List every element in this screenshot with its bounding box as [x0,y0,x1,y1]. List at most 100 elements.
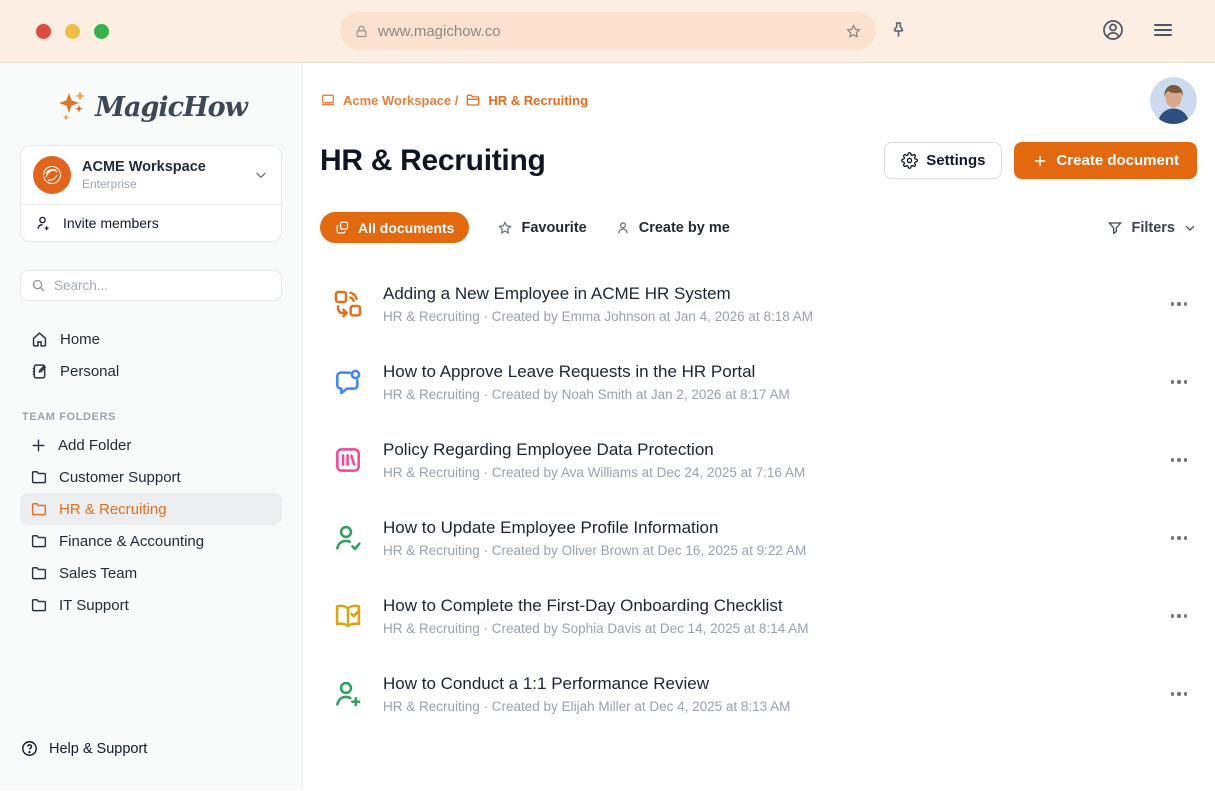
filters-dropdown[interactable]: Filters [1107,220,1197,236]
hamburger-menu-icon[interactable] [1151,18,1175,42]
create-document-button[interactable]: Create document [1014,142,1197,179]
plus-icon [1032,153,1048,169]
search-input[interactable] [54,278,271,293]
journal-icon [30,362,49,381]
document-row[interactable]: Policy Regarding Employee Data Protectio… [320,421,1197,499]
workspace-card: ACME Workspace Enterprise Invite members [20,145,282,242]
sidebar-folder-label: HR & Recruiting [59,501,167,518]
document-row[interactable]: How to Complete the First-Day Onboarding… [320,577,1197,655]
document-row[interactable]: How to Conduct a 1:1 Performance Review … [320,655,1197,733]
document-row[interactable]: Adding a New Employee in ACME HR System … [320,265,1197,343]
folder-icon [30,596,48,614]
search-box[interactable] [20,270,282,301]
sidebar-folder-label: Finance & Accounting [59,533,204,550]
star-icon [497,220,513,236]
create-document-label: Create document [1056,152,1179,169]
document-title: How to Conduct a 1:1 Performance Review [383,674,1165,694]
document-row[interactable]: How to Update Employee Profile Informati… [320,499,1197,577]
sidebar-folder-label: IT Support [59,597,129,614]
help-support-label: Help & Support [49,741,147,757]
document-title: How to Complete the First-Day Onboarding… [383,596,1165,616]
document-meta: HR & Recruiting · Created by Emma Johnso… [383,309,1165,324]
sidebar: MagicHow ACME Workspace Enterprise [0,63,303,790]
minimize-window-button[interactable] [65,24,80,39]
settings-button[interactable]: Settings [884,142,1002,179]
folder-icon [30,564,48,582]
maximize-window-button[interactable] [94,24,109,39]
account-icon[interactable] [1101,18,1125,42]
tab-all-documents[interactable]: All documents [320,212,469,243]
browser-chrome: www.magichow.co [0,0,1215,63]
tab-label: All documents [358,220,454,236]
sidebar-folder-it-support[interactable]: IT Support [20,589,282,621]
page-title: HR & Recruiting [320,144,546,178]
invite-members-button[interactable]: Invite members [21,204,281,241]
close-window-button[interactable] [36,24,51,39]
document-meta: HR & Recruiting · Created by Ava William… [383,465,1165,480]
app-name: MagicHow [95,92,247,123]
team-folders-section-label: TEAM FOLDERS [22,411,282,423]
document-title: How to Update Employee Profile Informati… [383,518,1165,538]
window-controls [36,24,109,39]
workspace-switcher[interactable]: ACME Workspace Enterprise [21,146,281,204]
more-options-icon[interactable] [1165,528,1194,548]
workspace-avatar [33,156,71,194]
tab-label: Favourite [521,220,586,236]
filters-label: Filters [1131,220,1175,236]
library-icon [332,444,366,476]
more-options-icon[interactable] [1165,606,1194,626]
document-title: How to Approve Leave Requests in the HR … [383,362,1165,382]
address-bar[interactable]: www.magichow.co [340,12,876,50]
plus-icon [30,437,47,454]
user-avatar[interactable] [1150,77,1197,124]
laptop-icon [320,92,336,108]
book-check-icon [332,600,366,632]
breadcrumb-workspace-label: Acme Workspace / [343,93,458,108]
filter-tabs: All documents Favourite Create by me Fil… [320,212,1197,243]
sidebar-folder-label: Sales Team [59,565,137,582]
breadcrumb-folder-label: HR & Recruiting [488,93,588,108]
folder-icon [30,468,48,486]
more-options-icon[interactable] [1165,372,1194,392]
sidebar-folder-finance-accounting[interactable]: Finance & Accounting [20,525,282,557]
document-meta: HR & Recruiting · Created by Elijah Mill… [383,699,1165,714]
sidebar-folder-customer-support[interactable]: Customer Support [20,461,282,493]
tab-favourite[interactable]: Favourite [497,220,586,236]
more-options-icon[interactable] [1165,684,1194,704]
person-plus-icon [35,214,53,232]
workspace-name: ACME Workspace [82,159,242,175]
add-folder-button[interactable]: Add Folder [20,429,282,461]
more-options-icon[interactable] [1165,450,1194,470]
sidebar-item-personal[interactable]: Personal [20,355,282,387]
document-meta: HR & Recruiting · Created by Oliver Brow… [383,543,1165,558]
sidebar-folder-hr-recruiting[interactable]: HR & Recruiting [20,493,282,525]
app-logo: MagicHow [55,89,247,125]
tab-create-by-me[interactable]: Create by me [615,220,730,236]
tab-label: Create by me [639,220,730,236]
help-support-button[interactable]: Help & Support [20,739,147,758]
breadcrumb: Acme Workspace / HR & Recruiting [320,92,1197,108]
workspace-plan: Enterprise [82,177,242,191]
pin-icon[interactable] [888,20,909,41]
home-icon [30,330,49,349]
more-options-icon[interactable] [1165,294,1194,314]
sidebar-folder-label: Customer Support [59,469,181,486]
person-check-icon [332,522,366,554]
documents-icon [335,220,350,235]
sidebar-folder-sales-team[interactable]: Sales Team [20,557,282,589]
breadcrumb-folder[interactable]: HR & Recruiting [465,92,588,108]
bookmark-star-icon[interactable] [845,23,862,40]
help-circle-icon [20,739,39,758]
document-list: Adding a New Employee in ACME HR System … [320,265,1197,733]
invite-members-label: Invite members [63,215,159,231]
funnel-icon [1107,220,1123,236]
breadcrumb-workspace[interactable]: Acme Workspace / [320,92,458,108]
chevron-down-icon [253,167,269,183]
document-row[interactable]: How to Approve Leave Requests in the HR … [320,343,1197,421]
workflow-icon [332,288,366,320]
sidebar-item-home[interactable]: Home [20,323,282,355]
sidebar-item-label: Home [60,331,100,348]
chevron-down-icon [1183,221,1197,235]
lock-icon [354,24,369,39]
sidebar-item-label: Personal [60,363,119,380]
